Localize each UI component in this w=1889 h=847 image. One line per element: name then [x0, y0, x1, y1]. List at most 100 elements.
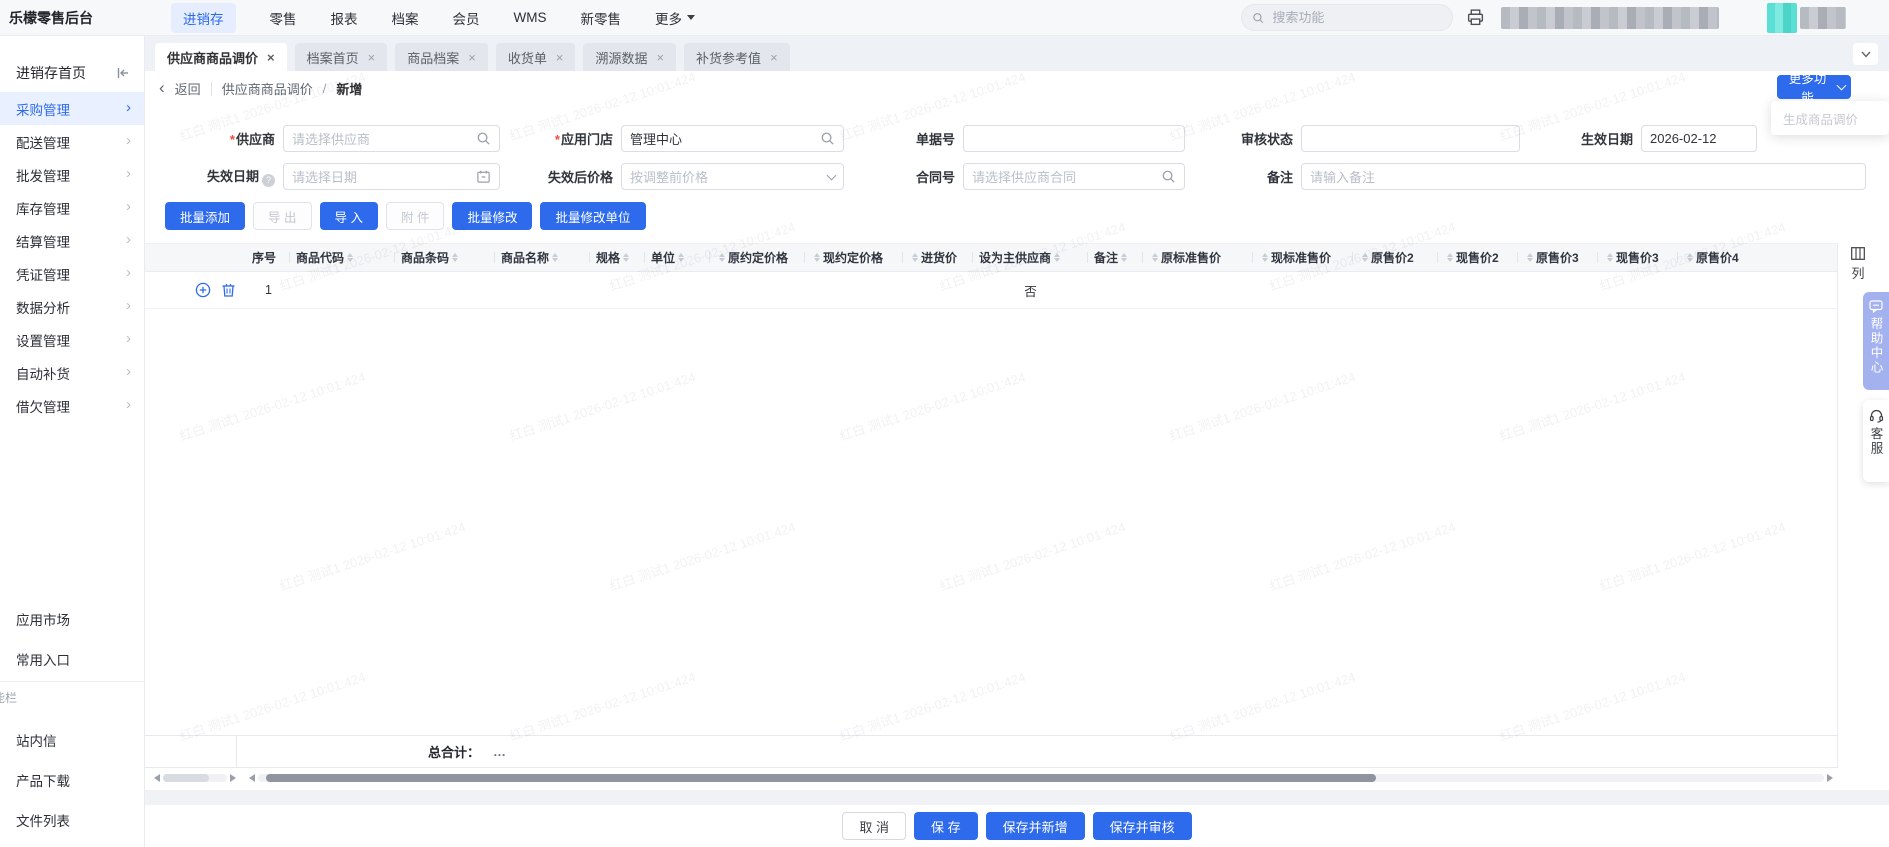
column-header[interactable]: 商品名称 — [495, 244, 590, 271]
sidebar-item[interactable]: 结算管理 › — [0, 224, 144, 257]
field-input[interactable]: 请选择日期 — [283, 163, 500, 190]
topnav-item[interactable]: 档案 — [392, 8, 419, 28]
sort-icon[interactable] — [452, 250, 459, 266]
sidebar-item[interactable]: 批发管理 › — [0, 158, 144, 191]
tab-list-dropdown-button[interactable] — [1853, 43, 1878, 65]
scroll-left-icon[interactable] — [245, 773, 255, 782]
column-header[interactable]: 原售价3 — [1518, 244, 1598, 271]
topnav-item[interactable]: 零售 — [270, 8, 297, 28]
field-input[interactable]: 请输入备注 — [1301, 163, 1866, 190]
column-header[interactable]: 商品条码 — [395, 244, 495, 271]
chevron-down-icon[interactable] — [826, 170, 837, 180]
table-row[interactable]: 1 否 — [145, 272, 1837, 309]
close-icon[interactable]: × — [656, 50, 664, 65]
add-row-icon[interactable] — [195, 282, 211, 298]
field-input[interactable]: 2026-02-12 — [1641, 125, 1757, 152]
topnav-item[interactable]: WMS — [514, 10, 547, 25]
sort-icon[interactable] — [347, 250, 354, 266]
menu-item-generate-price-adjust[interactable]: 生成商品调价 — [1771, 109, 1858, 128]
document-tab[interactable]: 商品档案 × — [395, 43, 488, 71]
search-input[interactable] — [1270, 9, 1442, 26]
scroll-left-icon[interactable] — [150, 773, 160, 782]
toolbar-button[interactable]: 导 入 — [319, 202, 378, 230]
column-header[interactable]: 现标准售价 — [1253, 244, 1353, 271]
back-link[interactable]: 返回 — [175, 79, 201, 98]
document-tab[interactable]: 供应商商品调价 × — [155, 43, 287, 71]
calendar-icon[interactable] — [476, 169, 491, 184]
sidebar-item[interactable]: 站内信 — [0, 720, 144, 760]
column-header[interactable]: 现约定价格 — [805, 244, 903, 271]
sidebar-item[interactable]: 数据分析 › — [0, 290, 144, 323]
field-input[interactable] — [1301, 125, 1520, 152]
sidebar-home-link[interactable]: 进销存首页 — [0, 58, 144, 88]
sort-icon[interactable] — [912, 250, 918, 266]
column-header[interactable]: 备注 — [1088, 244, 1143, 271]
search-icon[interactable] — [476, 131, 491, 146]
collapse-sidebar-icon[interactable] — [115, 65, 131, 81]
sort-icon[interactable] — [1687, 250, 1693, 266]
footer-action-button[interactable]: 保存并新增 — [985, 812, 1085, 840]
topnav-item[interactable]: 报表 — [331, 8, 358, 28]
toolbar-button[interactable]: 导 出 — [253, 202, 312, 230]
table-horizontal-scrollbar[interactable] — [245, 772, 1837, 783]
sort-icon[interactable] — [1447, 250, 1453, 266]
field-input[interactable]: 请选择供应商合同 — [963, 163, 1185, 190]
close-icon[interactable]: × — [368, 50, 376, 65]
column-header[interactable]: 现售价3 — [1598, 244, 1678, 271]
footer-action-button[interactable]: 取 消 — [842, 812, 906, 840]
sort-icon[interactable] — [814, 250, 820, 266]
sidebar-item[interactable]: 文件列表 — [0, 800, 144, 840]
field-input[interactable]: 按调整前价格 — [621, 163, 844, 190]
field-input[interactable] — [963, 125, 1185, 152]
search-icon[interactable] — [820, 131, 835, 146]
close-icon[interactable]: × — [770, 50, 778, 65]
column-settings-button[interactable]: 列 — [1845, 247, 1871, 282]
breadcrumb-parent[interactable]: 供应商商品调价 — [222, 79, 313, 98]
info-icon[interactable]: ? — [262, 174, 275, 187]
scrollbar-thumb[interactable] — [163, 773, 210, 782]
column-header[interactable]: 序号 — [145, 244, 290, 271]
sort-icon[interactable] — [1054, 250, 1061, 266]
column-header[interactable]: 原约定价格 — [710, 244, 805, 271]
scrollbar-track[interactable] — [258, 773, 1824, 782]
sort-icon[interactable] — [678, 250, 685, 266]
sidebar-item[interactable]: 应用市场 — [0, 599, 144, 639]
close-icon[interactable]: × — [267, 50, 275, 65]
column-header[interactable]: 商品代码 — [290, 244, 395, 271]
sort-icon[interactable] — [623, 250, 630, 266]
global-search[interactable] — [1241, 4, 1453, 31]
column-header[interactable]: 现售价2 — [1438, 244, 1518, 271]
toolbar-button[interactable]: 批量修改单位 — [540, 202, 646, 230]
toolbar-button[interactable]: 批量添加 — [165, 202, 246, 230]
sort-icon[interactable] — [1152, 250, 1158, 266]
close-icon[interactable]: × — [556, 50, 564, 65]
column-header[interactable]: 原售价4 — [1678, 244, 1838, 271]
sort-icon[interactable] — [1262, 250, 1268, 266]
footer-action-button[interactable]: 保存并审核 — [1092, 812, 1192, 840]
sort-icon[interactable] — [552, 250, 559, 266]
topnav-item[interactable]: 更多 — [655, 8, 695, 28]
column-header[interactable]: 单位 — [645, 244, 710, 271]
more-functions-button[interactable]: 更多功能 — [1777, 72, 1851, 105]
sidebar-item[interactable]: 采购管理 › — [0, 92, 144, 125]
sort-icon[interactable] — [1362, 250, 1368, 266]
field-input[interactable]: 管理中心 — [621, 125, 844, 152]
column-header[interactable]: 规格 — [590, 244, 645, 271]
footer-action-button[interactable]: 保 存 — [913, 812, 978, 840]
frozen-pane-scrollbar[interactable] — [150, 772, 240, 783]
column-header[interactable]: 进货价 — [903, 244, 973, 271]
document-tab[interactable]: 溯源数据 × — [583, 43, 677, 71]
topnav-item[interactable]: 进销存 — [171, 2, 236, 33]
sidebar-item[interactable]: 凭证管理 › — [0, 257, 144, 290]
sidebar-item[interactable]: 产品下载 — [0, 760, 144, 800]
scrollbar-track[interactable] — [163, 773, 227, 782]
printer-icon[interactable] — [1466, 8, 1485, 27]
scroll-right-icon[interactable] — [230, 773, 240, 782]
toolbar-button[interactable]: 批量修改 — [452, 202, 533, 230]
sidebar-item[interactable]: 配送管理 › — [0, 125, 144, 158]
back-arrow-icon[interactable]: ‹ — [159, 79, 165, 96]
document-tab[interactable]: 补货参考值 × — [684, 43, 790, 71]
sort-icon[interactable] — [1607, 250, 1613, 266]
sidebar-item[interactable]: 常用入口 — [0, 639, 144, 679]
sidebar-item[interactable]: 设置管理 › — [0, 323, 144, 356]
